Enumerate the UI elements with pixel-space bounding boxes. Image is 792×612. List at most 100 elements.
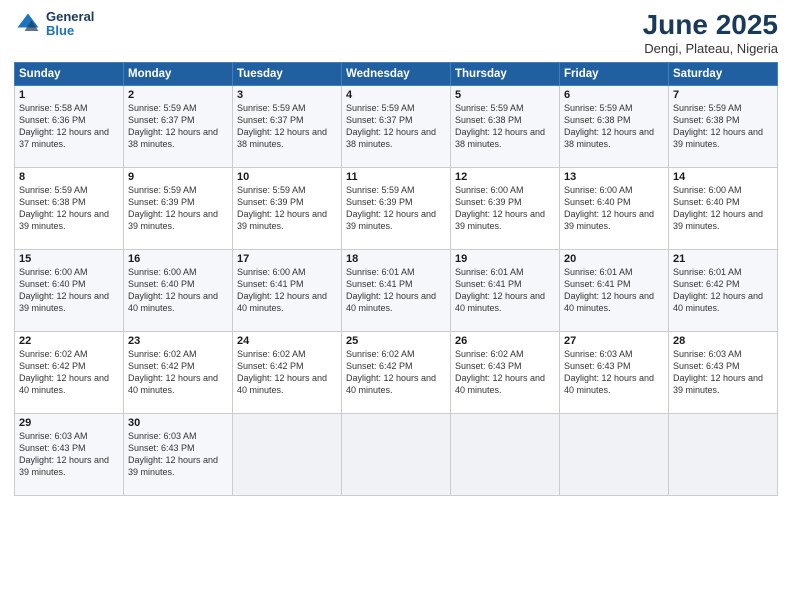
calendar-week-3: 15Sunrise: 6:00 AMSunset: 6:40 PMDayligh… <box>15 249 778 331</box>
logo-icon <box>14 10 42 38</box>
day-number: 25 <box>346 335 446 347</box>
day-number: 28 <box>673 335 773 347</box>
day-detail: Sunrise: 6:01 AMSunset: 6:41 PMDaylight:… <box>455 267 545 313</box>
day-number: 21 <box>673 253 773 265</box>
day-number: 29 <box>19 417 119 429</box>
table-row <box>233 413 342 495</box>
table-row: 14Sunrise: 6:00 AMSunset: 6:40 PMDayligh… <box>669 167 778 249</box>
day-number: 26 <box>455 335 555 347</box>
table-row: 4 Sunrise: 5:59 AMSunset: 6:37 PMDaylight… <box>342 85 451 167</box>
day-detail: Sunrise: 6:00 AMSunset: 6:39 PMDaylight:… <box>455 185 545 231</box>
table-row: 12 Sunrise: 6:00 AMSunset: 6:39 PMDayligh… <box>451 167 560 249</box>
table-row: 24Sunrise: 6:02 AMSunset: 6:42 PMDayligh… <box>233 331 342 413</box>
table-row: 30 Sunrise: 6:03 AMSunset: 6:43 PMDayligh… <box>124 413 233 495</box>
subtitle: Dengi, Plateau, Nigeria <box>643 41 778 56</box>
table-row <box>560 413 669 495</box>
table-row: 7 Sunrise: 5:59 AMSunset: 6:38 PMDaylight… <box>669 85 778 167</box>
day-number: 18 <box>346 253 446 265</box>
header-wednesday: Wednesday <box>342 62 451 85</box>
day-detail: Sunrise: 5:59 AMSunset: 6:37 PMDaylight:… <box>237 103 327 149</box>
header: General Blue June 2025 Dengi, Plateau, N… <box>14 10 778 56</box>
title-block: June 2025 Dengi, Plateau, Nigeria <box>643 10 778 56</box>
day-number: 9 <box>128 171 228 183</box>
day-detail: Sunrise: 6:02 AMSunset: 6:42 PMDaylight:… <box>346 349 436 395</box>
day-detail: Sunrise: 6:03 AMSunset: 6:43 PMDaylight:… <box>128 431 218 477</box>
day-number: 12 <box>455 171 555 183</box>
day-number: 7 <box>673 89 773 101</box>
month-title: June 2025 <box>643 10 778 41</box>
day-detail: Sunrise: 5:59 AMSunset: 6:38 PMDaylight:… <box>19 185 109 231</box>
day-detail: Sunrise: 6:02 AMSunset: 6:42 PMDaylight:… <box>19 349 109 395</box>
day-number: 22 <box>19 335 119 347</box>
table-row: 27 Sunrise: 6:03 AMSunset: 6:43 PMDayligh… <box>560 331 669 413</box>
table-row: 18 Sunrise: 6:01 AMSunset: 6:41 PMDayligh… <box>342 249 451 331</box>
day-number: 20 <box>564 253 664 265</box>
day-number: 4 <box>346 89 446 101</box>
day-number: 2 <box>128 89 228 101</box>
header-tuesday: Tuesday <box>233 62 342 85</box>
table-row: 6 Sunrise: 5:59 AMSunset: 6:38 PMDaylight… <box>560 85 669 167</box>
table-row: 15Sunrise: 6:00 AMSunset: 6:40 PMDayligh… <box>15 249 124 331</box>
table-row: 16Sunrise: 6:00 AMSunset: 6:40 PMDayligh… <box>124 249 233 331</box>
day-number: 27 <box>564 335 664 347</box>
calendar-header-row: Sunday Monday Tuesday Wednesday Thursday… <box>15 62 778 85</box>
calendar-week-2: 8 Sunrise: 5:59 AMSunset: 6:38 PMDaylight… <box>15 167 778 249</box>
day-detail: Sunrise: 6:02 AMSunset: 6:42 PMDaylight:… <box>237 349 327 395</box>
table-row: 5Sunrise: 5:59 AMSunset: 6:38 PMDaylight… <box>451 85 560 167</box>
day-detail: Sunrise: 5:59 AMSunset: 6:38 PMDaylight:… <box>564 103 654 149</box>
table-row <box>342 413 451 495</box>
table-row: 9 Sunrise: 5:59 AMSunset: 6:39 PMDaylight… <box>124 167 233 249</box>
table-row: 19 Sunrise: 6:01 AMSunset: 6:41 PMDayligh… <box>451 249 560 331</box>
header-saturday: Saturday <box>669 62 778 85</box>
table-row: 17Sunrise: 6:00 AMSunset: 6:41 PMDayligh… <box>233 249 342 331</box>
table-row: 26 Sunrise: 6:02 AMSunset: 6:43 PMDayligh… <box>451 331 560 413</box>
day-detail: Sunrise: 6:02 AMSunset: 6:43 PMDaylight:… <box>455 349 545 395</box>
day-number: 23 <box>128 335 228 347</box>
day-number: 16 <box>128 253 228 265</box>
page: General Blue June 2025 Dengi, Plateau, N… <box>0 0 792 612</box>
table-row: 3 Sunrise: 5:59 AMSunset: 6:37 PMDaylight… <box>233 85 342 167</box>
day-detail: Sunrise: 5:59 AMSunset: 6:37 PMDaylight:… <box>128 103 218 149</box>
day-number: 11 <box>346 171 446 183</box>
day-number: 14 <box>673 171 773 183</box>
table-row: 2 Sunrise: 5:59 AMSunset: 6:37 PMDaylight… <box>124 85 233 167</box>
day-number: 8 <box>19 171 119 183</box>
table-row: 22 Sunrise: 6:02 AMSunset: 6:42 PMDayligh… <box>15 331 124 413</box>
table-row: 28 Sunrise: 6:03 AMSunset: 6:43 PMDayligh… <box>669 331 778 413</box>
calendar-week-1: 1 Sunrise: 5:58 AMSunset: 6:36 PMDaylight… <box>15 85 778 167</box>
day-detail: Sunrise: 6:01 AMSunset: 6:42 PMDaylight:… <box>673 267 763 313</box>
day-detail: Sunrise: 5:59 AMSunset: 6:37 PMDaylight:… <box>346 103 436 149</box>
day-detail: Sunrise: 5:59 AMSunset: 6:39 PMDaylight:… <box>128 185 218 231</box>
day-number: 1 <box>19 89 119 101</box>
day-detail: Sunrise: 5:59 AMSunset: 6:39 PMDaylight:… <box>237 185 327 231</box>
table-row: 20 Sunrise: 6:01 AMSunset: 6:41 PMDayligh… <box>560 249 669 331</box>
day-number: 30 <box>128 417 228 429</box>
table-row: 23Sunrise: 6:02 AMSunset: 6:42 PMDayligh… <box>124 331 233 413</box>
table-row: 25 Sunrise: 6:02 AMSunset: 6:42 PMDayligh… <box>342 331 451 413</box>
table-row: 1 Sunrise: 5:58 AMSunset: 6:36 PMDaylight… <box>15 85 124 167</box>
day-number: 19 <box>455 253 555 265</box>
day-number: 3 <box>237 89 337 101</box>
header-monday: Monday <box>124 62 233 85</box>
day-detail: Sunrise: 6:01 AMSunset: 6:41 PMDaylight:… <box>346 267 436 313</box>
day-detail: Sunrise: 6:03 AMSunset: 6:43 PMDaylight:… <box>564 349 654 395</box>
day-detail: Sunrise: 6:03 AMSunset: 6:43 PMDaylight:… <box>673 349 763 395</box>
day-detail: Sunrise: 6:01 AMSunset: 6:41 PMDaylight:… <box>564 267 654 313</box>
table-row: 10Sunrise: 5:59 AMSunset: 6:39 PMDayligh… <box>233 167 342 249</box>
day-detail: Sunrise: 6:00 AMSunset: 6:40 PMDaylight:… <box>564 185 654 231</box>
day-number: 5 <box>455 89 555 101</box>
calendar-week-4: 22 Sunrise: 6:02 AMSunset: 6:42 PMDayligh… <box>15 331 778 413</box>
day-detail: Sunrise: 5:58 AMSunset: 6:36 PMDaylight:… <box>19 103 109 149</box>
day-detail: Sunrise: 5:59 AMSunset: 6:38 PMDaylight:… <box>673 103 763 149</box>
logo: General Blue <box>14 10 94 39</box>
table-row: 21 Sunrise: 6:01 AMSunset: 6:42 PMDayligh… <box>669 249 778 331</box>
day-number: 13 <box>564 171 664 183</box>
header-friday: Friday <box>560 62 669 85</box>
table-row <box>669 413 778 495</box>
day-detail: Sunrise: 5:59 AMSunset: 6:39 PMDaylight:… <box>346 185 436 231</box>
logo-text: General Blue <box>46 10 94 39</box>
day-number: 15 <box>19 253 119 265</box>
day-number: 6 <box>564 89 664 101</box>
table-row: 29Sunrise: 6:03 AMSunset: 6:43 PMDayligh… <box>15 413 124 495</box>
day-number: 17 <box>237 253 337 265</box>
